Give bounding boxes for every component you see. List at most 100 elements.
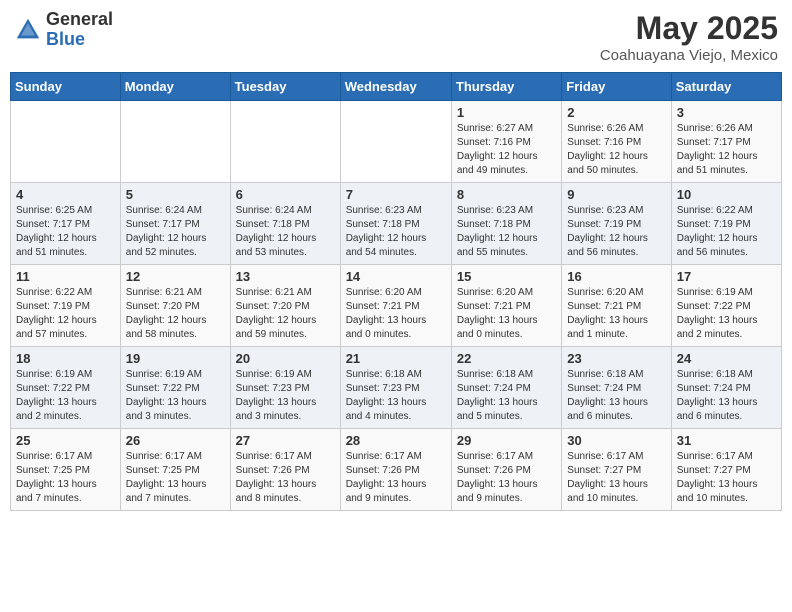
calendar-week-2: 4 Sunrise: 6:25 AM Sunset: 7:17 PM Daylig… bbox=[11, 183, 782, 265]
calendar-cell: 31 Sunrise: 6:17 AM Sunset: 7:27 PM Dayli… bbox=[671, 429, 781, 511]
calendar-week-4: 18 Sunrise: 6:19 AM Sunset: 7:22 PM Dayli… bbox=[11, 347, 782, 429]
title-block: May 2025 Coahuayana Viejo, Mexico bbox=[600, 10, 778, 64]
page-header: General Blue May 2025 Coahuayana Viejo, … bbox=[10, 10, 782, 64]
day-number: 11 bbox=[16, 269, 115, 284]
day-number: 6 bbox=[236, 187, 335, 202]
day-info: Sunrise: 6:21 AM Sunset: 7:20 PM Dayligh… bbox=[236, 286, 335, 342]
day-info: Sunrise: 6:17 AM Sunset: 7:26 PM Dayligh… bbox=[346, 450, 446, 506]
calendar-location: Coahuayana Viejo, Mexico bbox=[600, 47, 778, 64]
day-info: Sunrise: 6:17 AM Sunset: 7:25 PM Dayligh… bbox=[16, 450, 115, 506]
day-info: Sunrise: 6:17 AM Sunset: 7:27 PM Dayligh… bbox=[677, 450, 776, 506]
day-header-monday: Monday bbox=[120, 73, 230, 101]
day-info: Sunrise: 6:21 AM Sunset: 7:20 PM Dayligh… bbox=[126, 286, 225, 342]
calendar-week-5: 25 Sunrise: 6:17 AM Sunset: 7:25 PM Dayli… bbox=[11, 429, 782, 511]
day-number: 29 bbox=[457, 433, 556, 448]
day-number: 26 bbox=[126, 433, 225, 448]
calendar-cell: 17Sunrise: 6:19 AM Sunset: 7:22 PM Dayli… bbox=[671, 265, 781, 347]
day-number: 21 bbox=[346, 351, 446, 366]
day-header-saturday: Saturday bbox=[671, 73, 781, 101]
day-header-friday: Friday bbox=[562, 73, 671, 101]
day-header-tuesday: Tuesday bbox=[230, 73, 340, 101]
calendar-cell: 28 Sunrise: 6:17 AM Sunset: 7:26 PM Dayli… bbox=[340, 429, 451, 511]
day-header-wednesday: Wednesday bbox=[340, 73, 451, 101]
day-info: Sunrise: 6:18 AM Sunset: 7:24 PM Dayligh… bbox=[567, 368, 665, 424]
calendar-week-3: 11Sunrise: 6:22 AM Sunset: 7:19 PM Dayli… bbox=[11, 265, 782, 347]
day-info: Sunrise: 6:17 AM Sunset: 7:27 PM Dayligh… bbox=[567, 450, 665, 506]
calendar-cell: 18 Sunrise: 6:19 AM Sunset: 7:22 PM Dayli… bbox=[11, 347, 121, 429]
calendar-cell bbox=[230, 101, 340, 183]
calendar-cell: 8 Sunrise: 6:23 AM Sunset: 7:18 PM Daylig… bbox=[451, 183, 561, 265]
calendar-cell: 20Sunrise: 6:19 AM Sunset: 7:23 PM Dayli… bbox=[230, 347, 340, 429]
calendar-header-row: SundayMondayTuesdayWednesdayThursdayFrid… bbox=[11, 73, 782, 101]
day-number: 17 bbox=[677, 269, 776, 284]
day-number: 13 bbox=[236, 269, 335, 284]
day-number: 30 bbox=[567, 433, 665, 448]
calendar-cell: 5 Sunrise: 6:24 AM Sunset: 7:17 PM Daylig… bbox=[120, 183, 230, 265]
day-number: 12 bbox=[126, 269, 225, 284]
calendar-week-1: 1 Sunrise: 6:27 AM Sunset: 7:16 PM Daylig… bbox=[11, 101, 782, 183]
day-info: Sunrise: 6:18 AM Sunset: 7:23 PM Dayligh… bbox=[346, 368, 446, 424]
day-info: Sunrise: 6:24 AM Sunset: 7:17 PM Dayligh… bbox=[126, 204, 225, 260]
day-number: 27 bbox=[236, 433, 335, 448]
day-info: Sunrise: 6:17 AM Sunset: 7:26 PM Dayligh… bbox=[457, 450, 556, 506]
calendar-table: SundayMondayTuesdayWednesdayThursdayFrid… bbox=[10, 72, 782, 511]
calendar-cell: 3 Sunrise: 6:26 AM Sunset: 7:17 PM Daylig… bbox=[671, 101, 781, 183]
day-number: 22 bbox=[457, 351, 556, 366]
day-number: 10 bbox=[677, 187, 776, 202]
logo-text: General Blue bbox=[46, 10, 113, 50]
day-header-sunday: Sunday bbox=[11, 73, 121, 101]
calendar-cell: 24 Sunrise: 6:18 AM Sunset: 7:24 PM Dayli… bbox=[671, 347, 781, 429]
day-info: Sunrise: 6:18 AM Sunset: 7:24 PM Dayligh… bbox=[677, 368, 776, 424]
day-number: 9 bbox=[567, 187, 665, 202]
day-number: 16 bbox=[567, 269, 665, 284]
day-info: Sunrise: 6:19 AM Sunset: 7:23 PM Dayligh… bbox=[236, 368, 335, 424]
calendar-cell: 14Sunrise: 6:20 AM Sunset: 7:21 PM Dayli… bbox=[340, 265, 451, 347]
day-number: 24 bbox=[677, 351, 776, 366]
calendar-cell: 4 Sunrise: 6:25 AM Sunset: 7:17 PM Daylig… bbox=[11, 183, 121, 265]
day-number: 8 bbox=[457, 187, 556, 202]
calendar-cell: 9Sunrise: 6:23 AM Sunset: 7:19 PM Daylig… bbox=[562, 183, 671, 265]
day-info: Sunrise: 6:23 AM Sunset: 7:18 PM Dayligh… bbox=[346, 204, 446, 260]
calendar-cell: 23Sunrise: 6:18 AM Sunset: 7:24 PM Dayli… bbox=[562, 347, 671, 429]
logo: General Blue bbox=[14, 10, 113, 50]
day-number: 3 bbox=[677, 105, 776, 120]
day-number: 4 bbox=[16, 187, 115, 202]
day-number: 1 bbox=[457, 105, 556, 120]
day-number: 31 bbox=[677, 433, 776, 448]
logo-general: General bbox=[46, 9, 113, 29]
day-info: Sunrise: 6:26 AM Sunset: 7:17 PM Dayligh… bbox=[677, 122, 776, 178]
day-info: Sunrise: 6:26 AM Sunset: 7:16 PM Dayligh… bbox=[567, 122, 665, 178]
day-info: Sunrise: 6:17 AM Sunset: 7:25 PM Dayligh… bbox=[126, 450, 225, 506]
logo-icon bbox=[14, 16, 42, 44]
day-info: Sunrise: 6:19 AM Sunset: 7:22 PM Dayligh… bbox=[126, 368, 225, 424]
calendar-cell: 6 Sunrise: 6:24 AM Sunset: 7:18 PM Daylig… bbox=[230, 183, 340, 265]
day-number: 19 bbox=[126, 351, 225, 366]
calendar-cell: 30 Sunrise: 6:17 AM Sunset: 7:27 PM Dayli… bbox=[562, 429, 671, 511]
day-number: 25 bbox=[16, 433, 115, 448]
calendar-cell: 26 Sunrise: 6:17 AM Sunset: 7:25 PM Dayli… bbox=[120, 429, 230, 511]
calendar-cell: 16Sunrise: 6:20 AM Sunset: 7:21 PM Dayli… bbox=[562, 265, 671, 347]
day-number: 2 bbox=[567, 105, 665, 120]
day-info: Sunrise: 6:23 AM Sunset: 7:18 PM Dayligh… bbox=[457, 204, 556, 260]
calendar-cell bbox=[340, 101, 451, 183]
day-header-thursday: Thursday bbox=[451, 73, 561, 101]
calendar-cell: 10 Sunrise: 6:22 AM Sunset: 7:19 PM Dayli… bbox=[671, 183, 781, 265]
day-info: Sunrise: 6:19 AM Sunset: 7:22 PM Dayligh… bbox=[16, 368, 115, 424]
day-info: Sunrise: 6:25 AM Sunset: 7:17 PM Dayligh… bbox=[16, 204, 115, 260]
day-number: 5 bbox=[126, 187, 225, 202]
day-info: Sunrise: 6:20 AM Sunset: 7:21 PM Dayligh… bbox=[346, 286, 446, 342]
calendar-cell: 22 Sunrise: 6:18 AM Sunset: 7:24 PM Dayli… bbox=[451, 347, 561, 429]
calendar-cell bbox=[120, 101, 230, 183]
day-number: 28 bbox=[346, 433, 446, 448]
calendar-cell: 7Sunrise: 6:23 AM Sunset: 7:18 PM Daylig… bbox=[340, 183, 451, 265]
calendar-cell: 27Sunrise: 6:17 AM Sunset: 7:26 PM Dayli… bbox=[230, 429, 340, 511]
day-info: Sunrise: 6:27 AM Sunset: 7:16 PM Dayligh… bbox=[457, 122, 556, 178]
day-info: Sunrise: 6:24 AM Sunset: 7:18 PM Dayligh… bbox=[236, 204, 335, 260]
logo-blue: Blue bbox=[46, 29, 85, 49]
calendar-cell: 2 Sunrise: 6:26 AM Sunset: 7:16 PM Daylig… bbox=[562, 101, 671, 183]
day-info: Sunrise: 6:22 AM Sunset: 7:19 PM Dayligh… bbox=[677, 204, 776, 260]
calendar-cell: 1 Sunrise: 6:27 AM Sunset: 7:16 PM Daylig… bbox=[451, 101, 561, 183]
day-info: Sunrise: 6:18 AM Sunset: 7:24 PM Dayligh… bbox=[457, 368, 556, 424]
day-number: 18 bbox=[16, 351, 115, 366]
calendar-cell: 11Sunrise: 6:22 AM Sunset: 7:19 PM Dayli… bbox=[11, 265, 121, 347]
